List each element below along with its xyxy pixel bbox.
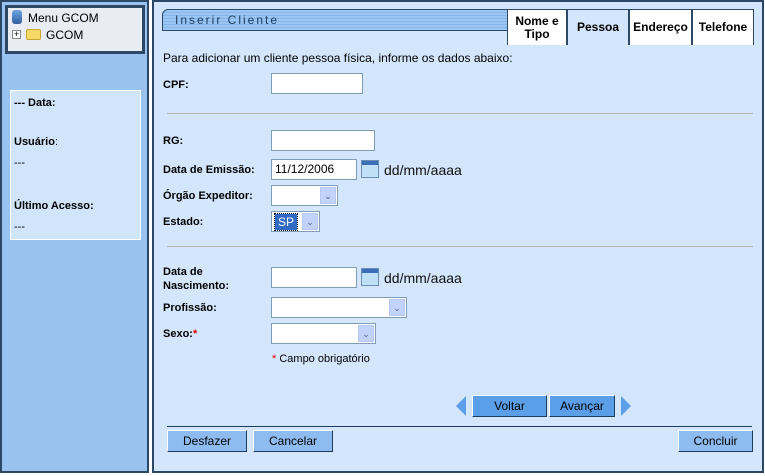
chevron-down-icon[interactable]: ⌄: [389, 299, 405, 316]
date-format-hint: dd/mm/aaaa: [384, 270, 462, 286]
main-panel: Inserir Cliente Nome e Tipo Pessoa Ender…: [152, 0, 764, 473]
cancel-button[interactable]: Cancelar: [253, 430, 333, 452]
calendar-icon[interactable]: [361, 160, 379, 178]
profissao-select[interactable]: ⌄: [271, 297, 407, 318]
orgao-select[interactable]: ⌄: [271, 185, 338, 206]
computer-icon: [12, 10, 22, 24]
required-note: Campo obrigatório: [279, 353, 370, 365]
sidebar: Menu GCOM + GCOM --- Data: Usuário: --- …: [0, 0, 149, 473]
estado-label: Estado:: [163, 216, 204, 228]
sexo-label: Sexo:: [163, 328, 193, 340]
session-info: --- Data: Usuário: --- Último Acesso: --…: [10, 90, 141, 240]
chevron-down-icon[interactable]: ⌄: [320, 187, 336, 204]
cpf-label: CPF:: [163, 79, 189, 91]
chevron-down-icon[interactable]: ⌄: [358, 325, 374, 342]
divider: [167, 113, 753, 114]
orgao-label: Órgão Expeditor:: [163, 190, 253, 202]
calendar-icon[interactable]: [361, 268, 379, 286]
data-label: --- Data:: [14, 97, 56, 109]
required-mark: *: [272, 353, 277, 365]
expand-icon[interactable]: +: [12, 30, 21, 39]
tab-pessoa[interactable]: Pessoa: [567, 9, 629, 45]
cpf-input[interactable]: [271, 73, 363, 94]
rg-label: RG:: [163, 135, 184, 147]
data-nascimento-label-1: Data de: [163, 266, 203, 278]
date-format-hint: dd/mm/aaaa: [384, 162, 462, 178]
tab-telefone[interactable]: Telefone: [692, 9, 754, 45]
tree-item-gcom[interactable]: GCOM: [46, 28, 83, 42]
page-title: Inserir Cliente: [162, 9, 512, 31]
sexo-select[interactable]: ⌄: [271, 323, 376, 344]
tab-endereco[interactable]: Endereço: [629, 9, 692, 45]
usuario-colon: :: [54, 136, 59, 148]
estado-select[interactable]: SP ⌄: [271, 211, 320, 232]
data-emissao-label: Data de Emissão:: [163, 164, 255, 176]
next-button[interactable]: Avançar: [549, 395, 615, 417]
data-nascimento-label-2: Nascimento:: [163, 280, 230, 292]
menu-title: Menu GCOM: [28, 11, 99, 25]
arrow-right-icon[interactable]: [621, 396, 631, 416]
chevron-down-icon[interactable]: ⌄: [302, 213, 318, 230]
divider: [167, 246, 753, 247]
menu-tree: Menu GCOM + GCOM: [5, 5, 145, 54]
back-button[interactable]: Voltar: [472, 395, 547, 417]
required-mark: *: [192, 328, 198, 340]
data-emissao-input[interactable]: 11/12/2006: [271, 159, 357, 180]
data-nascimento-input[interactable]: [271, 267, 357, 288]
estado-value: SP: [273, 213, 299, 231]
undo-button[interactable]: Desfazer: [167, 430, 247, 452]
arrow-left-icon[interactable]: [456, 396, 466, 416]
finish-button[interactable]: Concluir: [678, 430, 753, 452]
profissao-label: Profissão:: [163, 302, 217, 314]
rg-input[interactable]: [271, 130, 375, 151]
divider: [167, 426, 752, 427]
folder-icon: [26, 29, 41, 40]
ultimo-acesso-value: ---: [14, 221, 25, 233]
tab-nome-tipo[interactable]: Nome e Tipo: [507, 9, 567, 45]
ultimo-acesso-label: Último Acesso:: [14, 200, 94, 212]
intro-text: Para adicionar um cliente pessoa física,…: [163, 51, 513, 65]
usuario-label: Usuário: [14, 136, 55, 148]
usuario-value: ---: [14, 157, 25, 169]
